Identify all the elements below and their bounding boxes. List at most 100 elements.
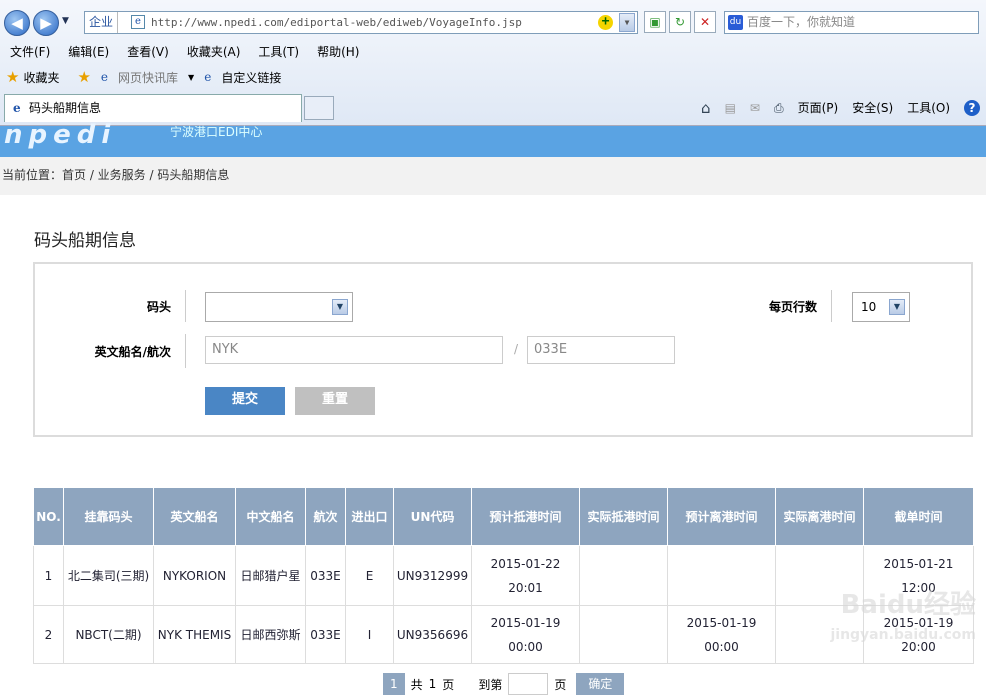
col-header: 预计抵港时间 bbox=[471, 487, 580, 546]
ie-page-icon: e bbox=[13, 101, 21, 115]
tab-title: 码头船期信息 bbox=[29, 101, 102, 115]
menu-bar: 文件(F) 编辑(E) 查看(V) 收藏夹(A) 工具(T) 帮助(H) bbox=[0, 42, 367, 62]
col-header: 航次 bbox=[305, 487, 346, 546]
breadcrumb: 当前位置：首页 / 业务服务 / 码头船期信息 bbox=[0, 157, 986, 195]
col-header: NO. bbox=[33, 487, 64, 546]
rows-per-page-label: 每页行数 bbox=[768, 300, 817, 314]
address-bar[interactable]: 企业 e http://www.npedi.com/ediportal-web/… bbox=[84, 11, 638, 34]
compat-plus-icon[interactable]: + bbox=[598, 15, 613, 30]
goto-page-input[interactable] bbox=[508, 673, 549, 695]
baidu-watermark: Baidu经验 jingyan.baidu.com bbox=[830, 590, 976, 650]
page-title: 码头船期信息 bbox=[34, 231, 136, 251]
url-text[interactable]: http://www.npedi.com/ediportal-web/ediwe… bbox=[151, 12, 522, 33]
page-label: 页 bbox=[554, 677, 567, 692]
table-cell bbox=[579, 605, 668, 664]
menu-edit[interactable]: 编辑(E) bbox=[68, 42, 109, 62]
search-form: 码头 ▼ 每页行数 10 ▼ 英文船名/航次 NYK / 033E 提交 重置 bbox=[33, 262, 973, 437]
forward-button[interactable]: ▶ bbox=[33, 10, 59, 36]
table-cell: 北二集司(三期) bbox=[63, 545, 154, 606]
table-cell: I bbox=[345, 605, 394, 664]
cmd-page[interactable]: 页面(P) bbox=[798, 97, 839, 119]
refresh-icon[interactable]: ↻ bbox=[669, 11, 691, 33]
table-header-row: NO. 挂靠码头 英文船名 中文船名 航次 进出口 UN代码 预计抵港时间 实际… bbox=[33, 487, 974, 546]
voyage-input[interactable]: 033E bbox=[527, 336, 675, 364]
divider bbox=[185, 334, 186, 368]
ie-page-icon: e bbox=[100, 70, 109, 84]
input-separator: / bbox=[514, 342, 519, 356]
watermark-line2: jingyan.baidu.com bbox=[830, 627, 976, 643]
favorites-button[interactable]: 收藏夹 bbox=[23, 69, 59, 86]
print-icon[interactable]: ⎙ bbox=[774, 97, 784, 119]
table-cell: UN9356696 bbox=[393, 605, 472, 664]
new-tab-button[interactable] bbox=[304, 96, 334, 120]
menu-view[interactable]: 查看(V) bbox=[127, 42, 169, 62]
table-cell: 1 bbox=[33, 545, 64, 606]
cmd-tools[interactable]: 工具(O) bbox=[907, 97, 950, 119]
col-header: 预计离港时间 bbox=[667, 487, 776, 546]
search-box[interactable]: du 百度一下，你就知道 bbox=[724, 11, 979, 34]
reset-button[interactable]: 重置 bbox=[295, 387, 375, 415]
rows-per-page-select[interactable]: 10 ▼ bbox=[852, 292, 910, 322]
browser-chrome: ◀ ▶ ▼ 企业 e http://www.npedi.com/ediporta… bbox=[0, 0, 986, 126]
stop-icon[interactable]: ✕ bbox=[694, 11, 716, 33]
table-cell: 2015-01-19 00:00 bbox=[471, 605, 580, 664]
rows-per-page-value: 10 bbox=[861, 300, 877, 314]
goto-label: 到第 bbox=[478, 677, 503, 692]
terminal-select[interactable]: ▼ bbox=[205, 292, 353, 322]
col-header: 截单时间 bbox=[863, 487, 974, 546]
command-bar: ⌂ ▤ ✉ ⎙ 页面(P) 安全(S) 工具(O) ? bbox=[701, 97, 980, 119]
col-header: 实际抵港时间 bbox=[579, 487, 668, 546]
star-icon: ★ bbox=[6, 68, 20, 86]
table-cell: 日邮西弥斯 bbox=[235, 605, 306, 664]
table-cell: 2015-01-19 00:00 bbox=[667, 605, 776, 664]
search-placeholder: 百度一下，你就知道 bbox=[747, 15, 856, 29]
watermark-line1: Baidu经验 bbox=[840, 590, 976, 620]
submit-button[interactable]: 提交 bbox=[205, 387, 285, 415]
current-page[interactable]: 1 bbox=[383, 673, 405, 695]
fav-custom-links[interactable]: 自定义链接 bbox=[221, 69, 281, 86]
site-banner: npedi 宁波港口EDI中心 bbox=[0, 120, 986, 157]
menu-help[interactable]: 帮助(H) bbox=[317, 42, 359, 62]
col-header: 挂靠码头 bbox=[63, 487, 154, 546]
total-suffix: 页 bbox=[442, 677, 455, 692]
fav-web-slice[interactable]: 网页快讯库 bbox=[118, 69, 178, 86]
table-cell: 033E bbox=[305, 545, 346, 606]
tab-row: e 码头船期信息 ⌂ ▤ ✉ ⎙ 页面(P) 安全(S) 工具(O) ? bbox=[0, 94, 986, 126]
table-cell: 日邮猎户星 bbox=[235, 545, 306, 606]
ie-page-icon: e bbox=[204, 70, 212, 84]
menu-tools[interactable]: 工具(T) bbox=[258, 42, 299, 62]
rss-icon[interactable]: ▤ bbox=[725, 97, 736, 119]
address-row: ◀ ▶ ▼ 企业 e http://www.npedi.com/ediporta… bbox=[0, 0, 986, 42]
col-header: 中文船名 bbox=[235, 487, 306, 546]
zone-selector[interactable]: 企业 bbox=[85, 12, 119, 33]
compatibility-view-icon[interactable]: ▣ bbox=[644, 11, 666, 33]
col-header: 英文船名 bbox=[153, 487, 236, 546]
menu-file[interactable]: 文件(F) bbox=[10, 42, 50, 62]
divider bbox=[185, 290, 186, 322]
table-cell bbox=[579, 545, 668, 606]
home-icon[interactable]: ⌂ bbox=[701, 97, 711, 119]
menu-favorites[interactable]: 收藏夹(A) bbox=[187, 42, 241, 62]
col-header: 实际离港时间 bbox=[775, 487, 864, 546]
address-dropdown-icon[interactable]: ▼ bbox=[619, 13, 635, 32]
chevron-down-icon: ▼ bbox=[889, 299, 905, 315]
tab-current[interactable]: e 码头船期信息 bbox=[4, 94, 302, 122]
table-cell bbox=[667, 545, 776, 606]
history-dropdown-icon[interactable]: ▼ bbox=[62, 16, 69, 26]
add-favorite-icon[interactable]: ★ bbox=[77, 68, 90, 86]
col-header: UN代码 bbox=[393, 487, 472, 546]
cmd-safety[interactable]: 安全(S) bbox=[852, 97, 893, 119]
table-cell: 2015-01-22 20:01 bbox=[471, 545, 580, 606]
confirm-button[interactable]: 确定 bbox=[576, 673, 625, 695]
favorites-bar: ★ 收藏夹 ★ e 网页快讯库 ▼ e 自定义链接 bbox=[0, 64, 285, 90]
divider bbox=[831, 290, 832, 322]
col-header: 进出口 bbox=[345, 487, 394, 546]
table-cell: NYK THEMIS bbox=[153, 605, 236, 664]
chevron-down-icon[interactable]: ▼ bbox=[188, 73, 194, 82]
ie-page-icon: e bbox=[131, 15, 145, 29]
mail-icon[interactable]: ✉ bbox=[750, 97, 760, 119]
table-cell: E bbox=[345, 545, 394, 606]
back-button[interactable]: ◀ bbox=[4, 10, 30, 36]
vessel-name-input[interactable]: NYK bbox=[205, 336, 503, 364]
help-icon[interactable]: ? bbox=[964, 100, 980, 116]
